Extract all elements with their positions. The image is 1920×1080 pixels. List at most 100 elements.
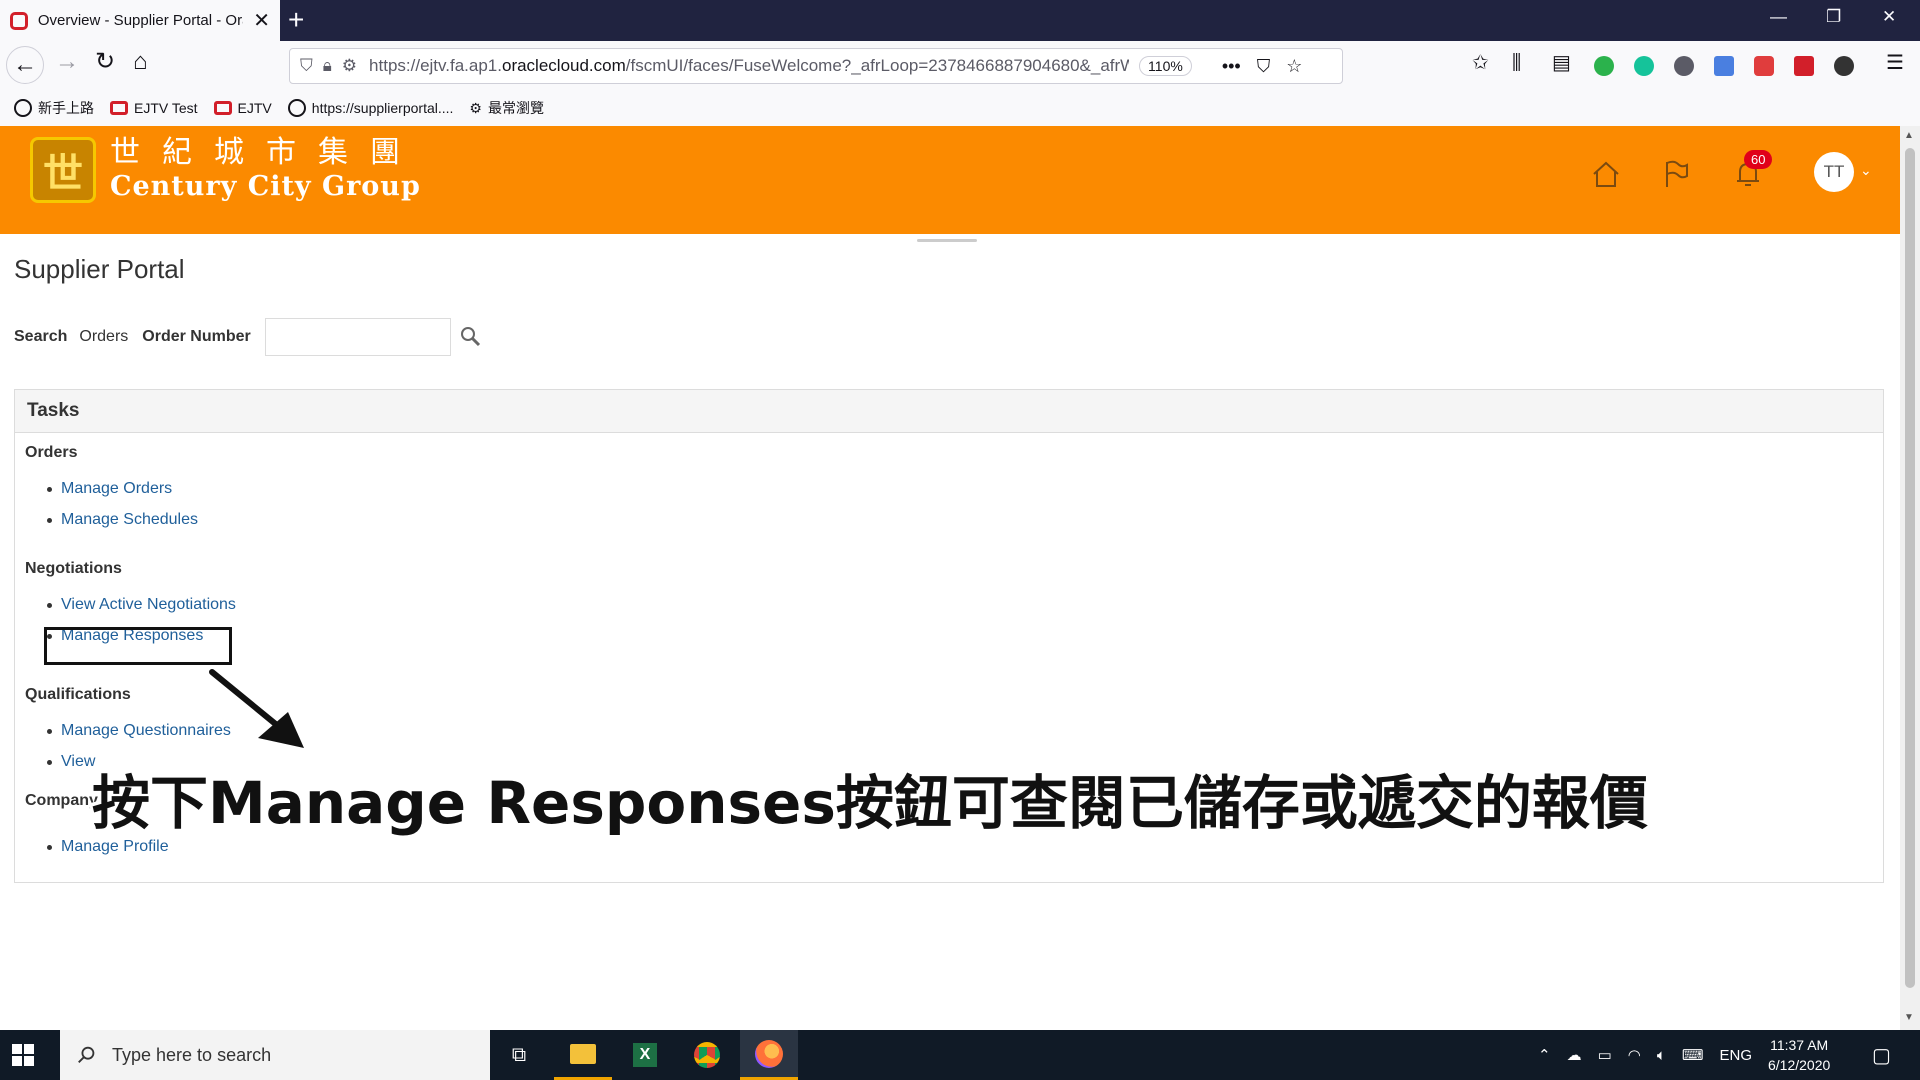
annotation-arrow-icon bbox=[209, 669, 304, 748]
windows-start-icon[interactable] bbox=[12, 1044, 34, 1066]
reading-list-icon[interactable]: ✩ bbox=[1472, 53, 1489, 73]
bookmark-item[interactable]: EJTV bbox=[213, 100, 272, 116]
annotation-caption: 按下Manage Responses按鈕可查閱已儲存或遞交的報價 bbox=[92, 769, 1648, 837]
pocket-icon[interactable]: ⛉ bbox=[1257, 56, 1271, 77]
extension-check-icon[interactable] bbox=[1594, 56, 1614, 76]
oracle-favicon-icon bbox=[10, 11, 28, 30]
zoom-level[interactable]: 110% bbox=[1139, 56, 1192, 76]
account-icon[interactable] bbox=[1674, 56, 1694, 76]
tab-title: Overview - Supplier Portal - Oracle bbox=[37, 12, 243, 29]
list-item: View bbox=[47, 753, 95, 771]
chevron-down-icon[interactable]: ⌄ bbox=[1860, 162, 1872, 179]
back-icon[interactable]: ← bbox=[6, 46, 44, 84]
system-tray: ⌃ ☁ ▭ ◠ 🔈︎ ⌨ ENG bbox=[1538, 1030, 1752, 1080]
company-logo[interactable]: 世 世紀城市集團 Century City Group bbox=[30, 136, 422, 204]
search-icon bbox=[78, 1046, 95, 1063]
excel-icon[interactable]: X bbox=[616, 1030, 674, 1080]
restore-icon[interactable]: ❐ bbox=[1826, 8, 1841, 25]
taskbar-search[interactable]: Type here to search bbox=[60, 1030, 490, 1080]
url-bar[interactable]: ⛉ 🔒︎ ⚙ https://ejtv.fa.ap1.oraclecloud.c… bbox=[289, 48, 1343, 84]
search-icon[interactable] bbox=[459, 325, 483, 349]
list-item: Manage Profile bbox=[47, 838, 169, 856]
sidebar-icon[interactable]: ▤ bbox=[1552, 53, 1571, 73]
firefox-icon[interactable] bbox=[740, 1030, 798, 1080]
highlight-box bbox=[44, 627, 232, 665]
taskbar-search-placeholder: Type here to search bbox=[112, 1044, 272, 1065]
notification-count-badge[interactable]: 60 bbox=[1744, 150, 1773, 169]
section-company-profile: Company bbox=[25, 792, 98, 809]
browser-nav-bar: ← → ↻ ⌂ ⛉ 🔒︎ ⚙ https://ejtv.fa.ap1.oracl… bbox=[0, 41, 1920, 90]
logo-chinese-name: 世紀城市集團 bbox=[110, 135, 422, 170]
clock-time: 11:37 AM bbox=[1770, 1037, 1829, 1053]
section-orders: Orders bbox=[25, 444, 78, 461]
shield-icon[interactable]: ⛉ bbox=[300, 56, 313, 76]
language-indicator[interactable]: ENG bbox=[1720, 1047, 1753, 1064]
list-item: View Active Negotiations bbox=[47, 596, 236, 614]
home-icon[interactable] bbox=[1586, 154, 1626, 194]
bookmarks-bar: 新手上路 EJTV Test EJTV https://supplierport… bbox=[0, 90, 1920, 126]
task-view-icon[interactable]: ⧉ bbox=[490, 1030, 548, 1080]
adblock-shield-icon[interactable] bbox=[1754, 56, 1774, 76]
header-banner: 世 世紀城市集團 Century City Group 60 TT ⌄ bbox=[0, 126, 1900, 234]
battery-icon[interactable]: ▭ bbox=[1598, 1046, 1612, 1064]
view-qualifications-link[interactable]: View bbox=[61, 753, 95, 771]
extension-people-icon[interactable] bbox=[1834, 56, 1854, 76]
home-icon[interactable]: ⌂ bbox=[133, 50, 148, 74]
menu-icon[interactable]: ☰ bbox=[1886, 53, 1904, 73]
search-scope[interactable]: Orders bbox=[79, 328, 128, 346]
scroll-down-icon[interactable]: ▼ bbox=[1904, 1012, 1914, 1023]
watchlist-flag-icon[interactable] bbox=[1656, 154, 1696, 194]
keyboard-icon[interactable]: ⌨ bbox=[1682, 1046, 1704, 1064]
bookmark-item[interactable]: https://supplierportal.... bbox=[287, 99, 453, 117]
user-avatar[interactable]: TT bbox=[1814, 152, 1854, 192]
list-item: Manage Schedules bbox=[47, 511, 198, 529]
manage-schedules-link[interactable]: Manage Schedules bbox=[61, 511, 198, 529]
lock-icon[interactable]: 🔒︎ bbox=[323, 56, 332, 76]
page-actions-icon[interactable]: ••• bbox=[1222, 56, 1241, 77]
volume-icon[interactable]: 🔈︎ bbox=[1657, 1047, 1666, 1064]
forward-icon[interactable]: → bbox=[55, 50, 79, 74]
bookmark-item[interactable]: ⚙ 最常瀏覽 bbox=[469, 98, 544, 118]
manage-orders-link[interactable]: Manage Orders bbox=[61, 480, 172, 498]
gear-icon: ⚙ bbox=[469, 99, 482, 116]
bookmark-star-icon[interactable]: ☆ bbox=[1286, 56, 1302, 77]
action-center-icon[interactable]: ▢ bbox=[1872, 1030, 1891, 1080]
file-explorer-icon[interactable] bbox=[554, 1030, 612, 1080]
page-scrollbar[interactable]: ▲ ▼ bbox=[1900, 126, 1920, 1030]
order-number-input[interactable] bbox=[264, 318, 451, 356]
pdf-extension-icon[interactable] bbox=[1794, 56, 1814, 76]
scroll-thumb[interactable] bbox=[1905, 148, 1915, 988]
minimize-icon[interactable]: — bbox=[1770, 8, 1787, 25]
windows-taskbar: Type here to search ⧉ X ⌃ ☁ ▭ ◠ 🔈︎ ⌨ ENG… bbox=[0, 1030, 1920, 1080]
wifi-icon[interactable]: ◠ bbox=[1628, 1046, 1641, 1064]
window-close-icon[interactable]: ✕ bbox=[1882, 8, 1896, 25]
bookmark-item[interactable]: 新手上路 bbox=[14, 98, 94, 118]
chevron-up-icon[interactable]: ⌃ bbox=[1538, 1046, 1551, 1064]
scroll-up-icon[interactable]: ▲ bbox=[1904, 130, 1914, 141]
extension-bookmark-icon[interactable] bbox=[1714, 56, 1734, 76]
view-active-negotiations-link[interactable]: View Active Negotiations bbox=[61, 596, 236, 614]
manage-profile-link[interactable]: Manage Profile bbox=[61, 838, 169, 856]
onedrive-cloud-icon[interactable]: ☁ bbox=[1567, 1046, 1582, 1064]
url-text[interactable]: https://ejtv.fa.ap1.oraclecloud.com/fscm… bbox=[369, 56, 1129, 76]
reload-icon[interactable]: ↻ bbox=[95, 50, 115, 74]
springboard-drag-handle[interactable] bbox=[917, 239, 977, 242]
section-qualifications: Qualifications bbox=[25, 686, 131, 703]
oracle-icon bbox=[110, 101, 128, 115]
list-item: Manage Orders bbox=[47, 480, 172, 498]
permissions-icon[interactable]: ⚙ bbox=[342, 56, 357, 76]
tasks-heading: Tasks bbox=[15, 390, 1883, 433]
logo-emblem: 世 bbox=[30, 137, 96, 203]
browser-tab-bar: Overview - Supplier Portal - Oracle ✕ + … bbox=[0, 0, 1920, 41]
new-tab-icon[interactable]: + bbox=[288, 6, 304, 34]
web-page: 世 世紀城市集團 Century City Group 60 TT ⌄ Supp… bbox=[0, 126, 1900, 1030]
section-negotiations: Negotiations bbox=[25, 560, 122, 577]
chrome-icon[interactable] bbox=[678, 1030, 736, 1080]
library-icon[interactable]: ⫼ bbox=[1512, 53, 1521, 73]
bookmark-item[interactable]: EJTV Test bbox=[110, 100, 198, 116]
close-tab-icon[interactable]: ✕ bbox=[253, 11, 270, 31]
grammarly-icon[interactable] bbox=[1634, 56, 1654, 76]
search-label: Search bbox=[14, 328, 68, 345]
system-clock[interactable]: 11:37 AM 6/12/2020 bbox=[1768, 1035, 1830, 1075]
browser-tab[interactable]: Overview - Supplier Portal - Oracle ✕ bbox=[0, 0, 280, 41]
